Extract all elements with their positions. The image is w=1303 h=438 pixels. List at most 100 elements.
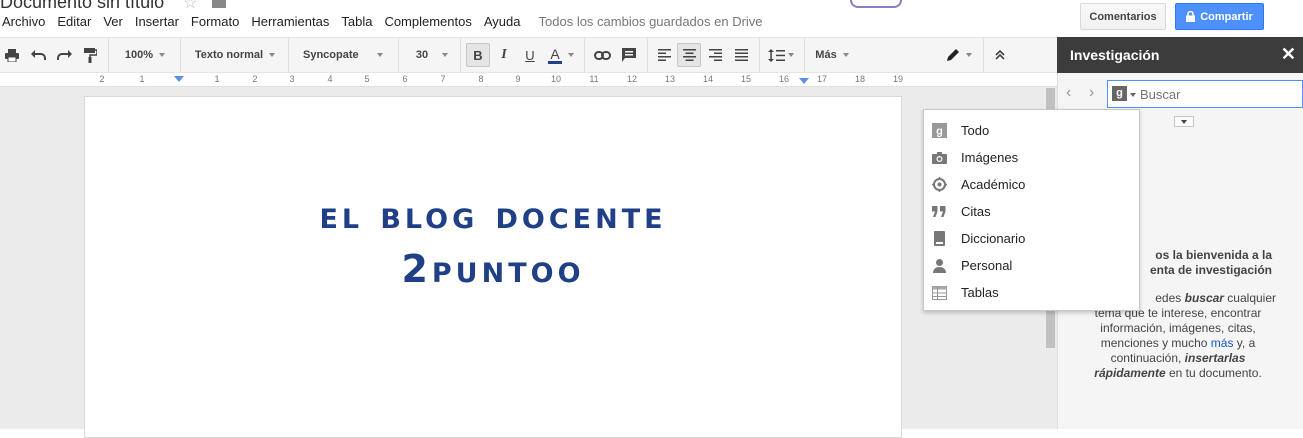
book-icon: [931, 231, 947, 247]
menu-item-imagenes[interactable]: Imágenes: [924, 144, 1139, 171]
menu-item-todo[interactable]: g Todo: [924, 117, 1139, 144]
chevron-down-icon: [159, 53, 166, 57]
menu-ver[interactable]: Ver: [97, 14, 129, 29]
redo-icon[interactable]: [55, 43, 73, 67]
align-left-icon[interactable]: [654, 43, 674, 67]
table-icon: [931, 285, 947, 301]
back-icon[interactable]: ‹: [1066, 84, 1071, 102]
chevron-down-icon: [788, 53, 794, 57]
menu-editar[interactable]: Editar: [51, 14, 97, 29]
scholar-icon: [931, 177, 947, 193]
research-panel-header: Investigación ✕: [1057, 37, 1303, 73]
ruler-tick: 9: [515, 74, 521, 84]
ruler-tick: 7: [440, 74, 446, 84]
menu-item-label: Personal: [961, 258, 1013, 273]
document-text-line2[interactable]: 2PUNTOO: [85, 247, 901, 291]
ruler-tick: 14: [702, 74, 714, 84]
desc-text: y, a: [1233, 336, 1256, 350]
comments-button[interactable]: Comentarios: [1080, 3, 1166, 30]
italic-button[interactable]: I: [494, 43, 514, 67]
menu-insertar[interactable]: Insertar: [129, 14, 185, 29]
left-indent-marker[interactable]: [174, 76, 184, 82]
menu-item-label: Académico: [961, 177, 1026, 192]
text-color-button[interactable]: A: [544, 43, 578, 67]
ruler-tick: 5: [364, 74, 370, 84]
collapse-toolbar-icon[interactable]: [990, 43, 1010, 67]
search-options-button[interactable]: [1174, 116, 1194, 127]
menu-item-label: Citas: [961, 204, 991, 219]
style-value: Texto normal: [194, 49, 264, 61]
ruler-tick: 12: [626, 74, 638, 84]
menu-complementos[interactable]: Complementos: [378, 14, 477, 29]
ruler-tick: 1: [214, 74, 220, 84]
chevron-down-icon: [567, 53, 574, 57]
quote-icon: [931, 204, 947, 220]
font-select[interactable]: Syncopate: [298, 43, 388, 67]
ruler-tick: 18: [854, 74, 866, 84]
person-icon: [931, 258, 947, 274]
chevron-down-icon: [842, 53, 849, 57]
style-select[interactable]: Texto normal: [190, 43, 280, 67]
folder-icon[interactable]: [212, 0, 227, 9]
docs-logo-icon: [850, 0, 902, 8]
comment-icon[interactable]: [619, 43, 639, 67]
desc-emphasis: insertarlas: [1184, 351, 1246, 365]
toolbar: 100% Texto normal Syncopate 30 B I U A M…: [0, 37, 1057, 73]
zoom-value: 100%: [124, 49, 154, 61]
ruler-tick: 19: [892, 74, 904, 84]
doc-title-text[interactable]: Documento sin título: [0, 0, 164, 12]
forward-icon[interactable]: ›: [1089, 84, 1094, 102]
align-right-icon[interactable]: [705, 43, 725, 67]
desc-text: edes: [1155, 291, 1185, 305]
desc-emphasis: buscar: [1184, 291, 1224, 305]
menu-ayuda[interactable]: Ayuda: [478, 14, 527, 29]
ruler-tick: 6: [402, 74, 408, 84]
line-spacing-icon[interactable]: [764, 43, 798, 67]
research-search-input[interactable]: [1140, 85, 1290, 103]
zoom-select[interactable]: 100%: [118, 43, 172, 67]
menu-item-academico[interactable]: Académico: [924, 171, 1139, 198]
font-size-select[interactable]: 30: [408, 43, 456, 67]
menu-bar: Archivo Editar Ver Insertar Formato Herr…: [0, 12, 763, 30]
chevron-down-icon[interactable]: [1130, 93, 1136, 97]
more-link[interactable]: más: [1211, 336, 1234, 350]
save-status[interactable]: Todos los cambios guardados en Drive: [539, 14, 763, 29]
close-icon[interactable]: ✕: [1281, 44, 1296, 65]
ruler[interactable]: 2 1 1 2 3 4 5 6 7 8 9 10 11 12 13 14 15 …: [0, 74, 1057, 87]
menu-item-personal[interactable]: Personal: [924, 252, 1139, 279]
more-label: Más: [815, 49, 837, 61]
pencil-icon: [947, 49, 959, 61]
google-g-icon[interactable]: g: [1112, 86, 1127, 101]
menu-herramientas[interactable]: Herramientas: [245, 14, 335, 29]
desc-emphasis: rápidamente: [1094, 366, 1166, 380]
research-search-box[interactable]: g: [1107, 80, 1303, 108]
menu-formato[interactable]: Formato: [185, 14, 245, 29]
undo-icon[interactable]: [29, 43, 47, 67]
desc-text: menciones y mucho: [1100, 336, 1211, 350]
menu-archivo[interactable]: Archivo: [0, 14, 51, 29]
bold-button[interactable]: B: [466, 43, 490, 67]
document-page[interactable]: EL BLOG DOCENTE 2PUNTOO: [84, 96, 902, 438]
menu-tabla[interactable]: Tabla: [335, 14, 378, 29]
right-indent-marker[interactable]: [799, 78, 809, 84]
more-button[interactable]: Más: [810, 43, 854, 67]
link-icon[interactable]: [592, 43, 612, 67]
google-g-icon: g: [931, 123, 947, 139]
menu-item-tablas[interactable]: Tablas: [924, 279, 1139, 306]
underline-button[interactable]: U: [520, 43, 540, 67]
menu-item-citas[interactable]: Citas: [924, 198, 1139, 225]
desc-text: continuación,: [1110, 351, 1185, 365]
menu-item-diccionario[interactable]: Diccionario: [924, 225, 1139, 252]
align-center-icon[interactable]: [677, 43, 701, 67]
desc-text: en tu documento.: [1165, 366, 1262, 380]
print-icon[interactable]: [4, 43, 20, 67]
paint-format-icon[interactable]: [82, 43, 98, 67]
editing-mode-button[interactable]: [943, 43, 975, 67]
ruler-tick: 15: [740, 74, 752, 84]
share-label: Compartir: [1200, 10, 1253, 23]
document-text-line1[interactable]: EL BLOG DOCENTE: [85, 193, 901, 237]
ruler-tick: 4: [327, 74, 333, 84]
ruler-tick: 2: [99, 74, 105, 84]
share-button[interactable]: Compartir: [1175, 3, 1264, 30]
justify-icon[interactable]: [731, 43, 751, 67]
